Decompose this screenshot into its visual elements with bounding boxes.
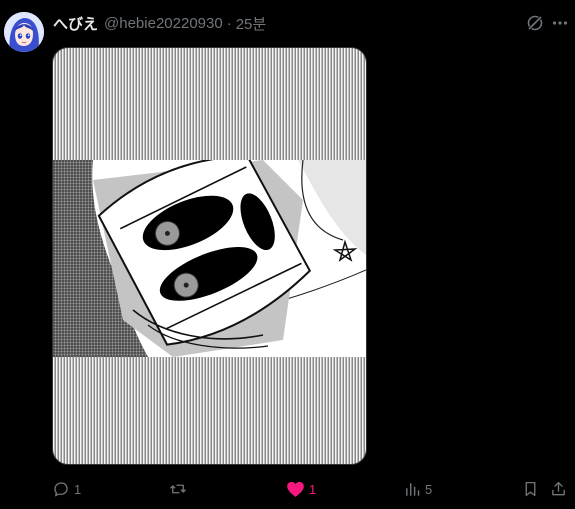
user-handle[interactable]: @hebie20220930 xyxy=(104,15,223,32)
post-media[interactable] xyxy=(52,47,367,465)
separator: · xyxy=(226,14,232,32)
manga-artwork xyxy=(53,160,366,357)
repost-icon xyxy=(170,484,186,494)
bookmark-icon xyxy=(525,481,536,497)
reply-count: 1 xyxy=(74,481,82,497)
repost-button[interactable] xyxy=(168,476,192,502)
avatar[interactable] xyxy=(4,12,44,52)
views-button[interactable]: 5 xyxy=(404,476,432,502)
like-count: 1 xyxy=(309,481,317,497)
views-count: 5 xyxy=(425,481,433,497)
avatar-image xyxy=(4,12,44,52)
post-time[interactable]: 25분 xyxy=(236,13,267,34)
action-bar: 1 1 5 xyxy=(0,476,575,502)
like-button[interactable]: 1 xyxy=(286,476,316,502)
manga-panel xyxy=(53,160,366,357)
grok-icon[interactable] xyxy=(524,12,546,34)
more-icon-graphic xyxy=(552,21,568,25)
reply-icon xyxy=(54,482,68,497)
reply-button[interactable]: 1 xyxy=(52,476,81,502)
heart-icon xyxy=(287,481,304,497)
display-name[interactable]: へびえ xyxy=(53,13,98,34)
post-header: へびえ @hebie20220930 · 25분 xyxy=(53,13,266,33)
share-icon xyxy=(552,481,565,496)
more-icon[interactable] xyxy=(549,12,571,34)
bookmark-button[interactable] xyxy=(522,476,539,502)
grok-icon-graphic xyxy=(527,15,543,31)
share-button[interactable] xyxy=(550,476,567,502)
views-icon xyxy=(406,482,420,496)
